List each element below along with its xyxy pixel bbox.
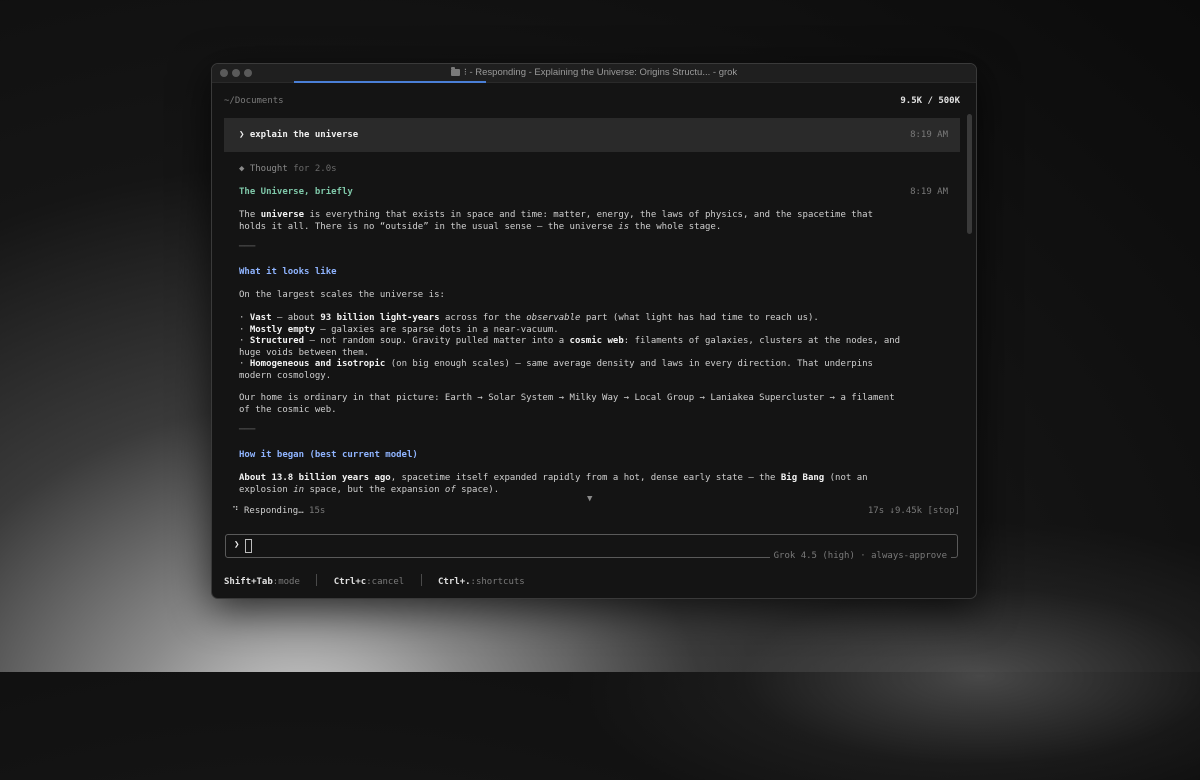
token-counter: 9.5K / 500K xyxy=(900,96,960,106)
thought-label: ◆ Thought xyxy=(239,164,288,174)
title-bar: ⁝ - Responding - Explaining the Universe… xyxy=(212,64,976,83)
text-cursor xyxy=(245,539,252,553)
thought-toggle[interactable]: ◆ Thought for 2.0s xyxy=(239,164,337,174)
response-paragraph-3: Our home is ordinary in that picture: Ea… xyxy=(239,393,895,415)
shortcut-shortcuts[interactable]: Ctrl+.:shortcuts xyxy=(438,577,525,587)
response-paragraph-1: The universe is everything that exists i… xyxy=(239,210,873,232)
divider xyxy=(420,574,422,586)
window-title: ⁝ - Responding - Explaining the Universe… xyxy=(463,67,738,78)
user-prompt-text: ❯ explain the universe xyxy=(239,130,359,140)
prompt-input[interactable]: ❯ Grok 4.5 (high) · always-approve xyxy=(225,534,958,561)
separator: ─── xyxy=(239,425,256,435)
shortcut-bar: Shift+Tab:mode Ctrl+c:cancel Ctrl+.:shor… xyxy=(224,574,525,587)
spinner-icon: ⠙ xyxy=(232,506,239,516)
list-item: · Vast — about 93 billion light-years ac… xyxy=(239,313,819,323)
response-paragraph-2: On the largest scales the universe is: xyxy=(239,290,445,300)
list-item: · Structured — not random soup. Gravity … xyxy=(239,336,901,346)
folder-icon xyxy=(450,67,460,76)
shortcut-cancel[interactable]: Ctrl+c:cancel xyxy=(334,577,404,587)
model-selector[interactable]: Grok 4.5 (high) · always-approve xyxy=(769,551,951,561)
section-heading-began: How it began (best current model) xyxy=(239,450,418,460)
prompt-caret-icon: ❯ xyxy=(234,540,240,550)
bullet-list: · Vast — about 93 billion light-years ac… xyxy=(239,313,909,382)
section-heading-looks: What it looks like xyxy=(239,267,337,277)
response-timestamp: 8:19 AM xyxy=(910,187,948,197)
title-progress-bar xyxy=(294,81,486,83)
list-item: · Mostly empty — galaxies are sparse dot… xyxy=(239,324,559,335)
working-directory: ~/Documents xyxy=(224,96,284,106)
scroll-down-icon[interactable]: ▼ xyxy=(587,494,592,504)
user-prompt-block: ❯ explain the universe 8:19 AM xyxy=(224,118,960,152)
separator: ─── xyxy=(239,242,256,252)
prompt-timestamp: 8:19 AM xyxy=(910,130,948,140)
terminal-window: ⁝ - Responding - Explaining the Universe… xyxy=(211,63,977,599)
list-item-continued: huge voids between them. xyxy=(239,347,370,358)
thought-duration: for 2.0s xyxy=(293,164,337,174)
stop-control[interactable]: 17s ↓9.45k [stop] xyxy=(868,506,960,516)
status-line: ⠙ Responding… 15s xyxy=(232,506,325,516)
scrollbar-thumb[interactable] xyxy=(967,114,972,234)
response-paragraph-4: About 13.8 billion years ago, spacetime … xyxy=(239,473,868,495)
list-item-continued: modern cosmology. xyxy=(239,370,332,381)
window-title-wrap: ⁝ - Responding - Explaining the Universe… xyxy=(212,67,976,78)
status-elapsed: 15s xyxy=(309,506,326,516)
response-title: The Universe, briefly xyxy=(239,187,353,197)
shortcut-mode[interactable]: Shift+Tab:mode xyxy=(224,577,300,587)
status-label: Responding… xyxy=(244,506,304,516)
divider xyxy=(316,574,318,586)
list-item: · Homogeneous and isotropic (on big enou… xyxy=(239,359,873,369)
